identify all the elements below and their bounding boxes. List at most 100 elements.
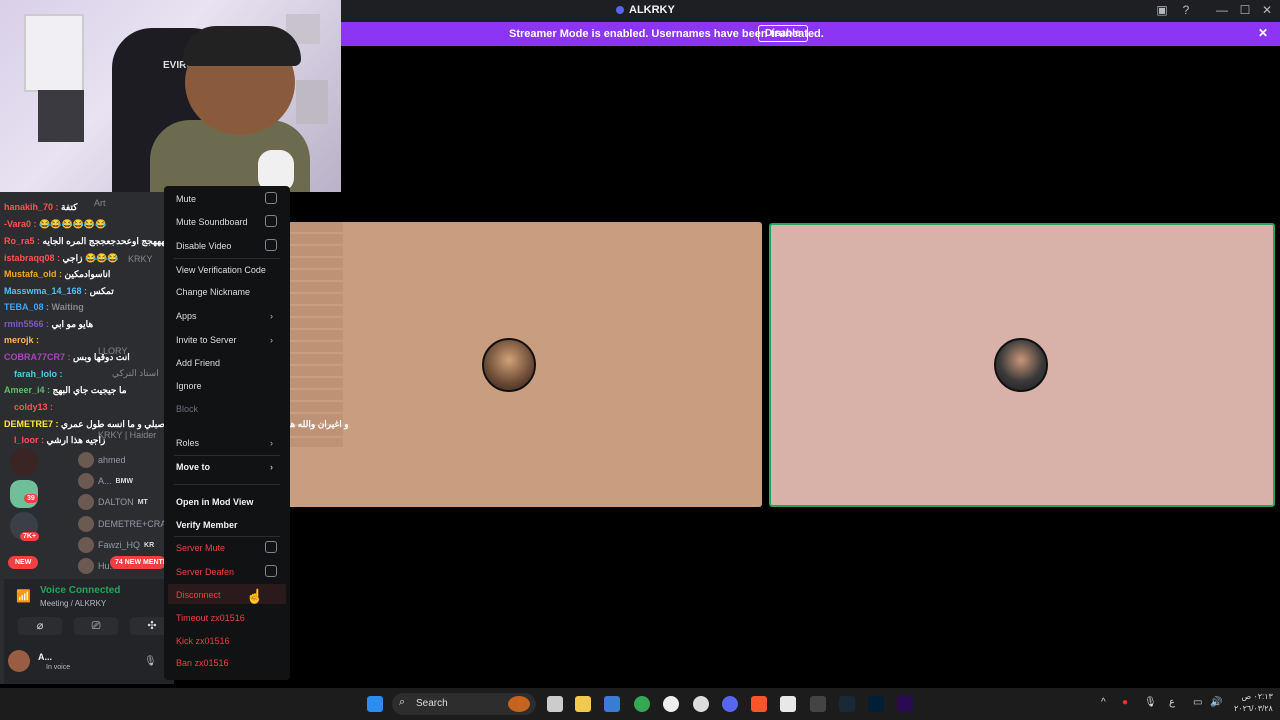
play-button-plaque bbox=[24, 14, 84, 92]
chat-message: istabraqq08 : زاجي 😂😂😂 bbox=[4, 253, 119, 263]
language-indicator[interactable]: ع bbox=[1169, 697, 1175, 708]
voice-member[interactable]: ahmed bbox=[78, 452, 126, 468]
mouse-cursor-icon: ☝ bbox=[246, 588, 264, 604]
mute-checkbox[interactable] bbox=[265, 192, 277, 204]
minimize-button[interactable]: — bbox=[1214, 3, 1230, 17]
search-icon: ⌕ bbox=[399, 696, 406, 708]
disable-streamer-mode-button[interactable]: Disable bbox=[758, 25, 808, 42]
discord-icon[interactable] bbox=[722, 696, 738, 712]
chat-channel-label: KRKY | Haider bbox=[98, 430, 157, 440]
new-pill[interactable]: NEW bbox=[8, 556, 39, 569]
server-mute-checkbox[interactable] bbox=[265, 541, 277, 553]
signal-icon[interactable]: 📶 bbox=[16, 589, 31, 603]
camera-off-button[interactable]: ⌀ bbox=[18, 617, 62, 635]
close-window-button[interactable]: ✕ bbox=[1259, 3, 1275, 17]
app-icon[interactable] bbox=[780, 696, 796, 712]
photoshop-icon[interactable] bbox=[868, 696, 884, 712]
avatar bbox=[78, 516, 94, 532]
chat-message: Mustafa_old : اناسوادمكين bbox=[4, 269, 111, 279]
chevron-right-icon: › bbox=[270, 438, 273, 448]
start-menu-icon[interactable] bbox=[367, 696, 383, 712]
premiere-icon[interactable] bbox=[897, 696, 913, 712]
disable-video-checkbox[interactable] bbox=[265, 239, 277, 251]
menu-item-disconnect[interactable]: Disconnect bbox=[176, 590, 221, 600]
voice-member[interactable]: DEMETRE+CRAB bbox=[78, 516, 172, 532]
chat-message: hanakih_70 : كتفة bbox=[4, 202, 78, 212]
menu-divider bbox=[174, 455, 280, 456]
chat-message: l_loor : زاجيه هذا ارشي bbox=[14, 435, 106, 445]
brave-icon[interactable] bbox=[751, 696, 767, 712]
screen-share-icon[interactable]: ▣ bbox=[1154, 3, 1170, 17]
menu-item-roles[interactable]: Roles › bbox=[176, 438, 273, 448]
microphone-tray-icon[interactable]: 🎙 bbox=[1144, 697, 1157, 708]
share-screen-button[interactable]: ⎚ bbox=[74, 617, 118, 635]
voice-channel-name[interactable]: Meeting / ALKRKY bbox=[40, 599, 106, 608]
avatar bbox=[78, 452, 94, 468]
volume-icon[interactable]: 🔊 bbox=[1210, 697, 1222, 708]
streamer-bandana bbox=[183, 26, 301, 66]
chevron-right-icon: › bbox=[270, 462, 273, 472]
chrome-icon[interactable] bbox=[634, 696, 650, 712]
chevron-up-icon[interactable]: ^ bbox=[1101, 697, 1106, 708]
participant-2-avatar[interactable] bbox=[994, 338, 1048, 392]
unread-badge: 7K+ bbox=[20, 532, 40, 541]
avatar bbox=[8, 650, 30, 672]
voice-connection-panel: 📶 Voice Connected Meeting / ALKRKY ⌀ ⎚ ✣ bbox=[4, 579, 174, 684]
menu-item-move-to[interactable]: Move to › bbox=[176, 462, 273, 472]
user-status: In voice bbox=[46, 664, 71, 671]
chat-message: merojk : bbox=[4, 335, 40, 345]
windows-taskbar: ⌕ Search ^ ● 🎙 ع ▭ 🔊 ٠٢:١٣ ص ٢٠٢٦/٠٣/٢٨ bbox=[0, 688, 1280, 720]
maximize-button[interactable]: ☐ bbox=[1237, 3, 1253, 17]
app-icon[interactable] bbox=[663, 696, 679, 712]
menu-item-kick[interactable]: Kick zx01516 bbox=[176, 636, 230, 646]
app-icon[interactable] bbox=[810, 696, 826, 712]
participant-1-avatar[interactable] bbox=[482, 338, 536, 392]
menu-item-block[interactable]: Block bbox=[176, 404, 198, 414]
menu-item-open-in-mod-view[interactable]: Open in Mod View bbox=[176, 497, 253, 507]
mute-soundboard-checkbox[interactable] bbox=[265, 215, 277, 227]
menu-item-timeout[interactable]: Timeout zx01516 bbox=[176, 613, 245, 623]
chat-channel-label: Art bbox=[94, 198, 106, 208]
server-deafen-checkbox[interactable] bbox=[265, 565, 277, 577]
menu-item-change-nickname[interactable]: Change Nickname bbox=[176, 287, 250, 297]
chat-message: TEBA_08 : Waiting bbox=[4, 302, 84, 312]
menu-item-mute-soundboard[interactable]: Mute Soundboard bbox=[176, 217, 248, 227]
store-icon[interactable] bbox=[604, 696, 620, 712]
menu-item-add-friend[interactable]: Add Friend bbox=[176, 358, 220, 368]
menu-item-apps[interactable]: Apps › bbox=[176, 311, 273, 321]
chat-channel-label: استاذ التركي bbox=[112, 368, 159, 378]
menu-item-mute[interactable]: Mute bbox=[176, 194, 196, 204]
menu-item-ban[interactable]: Ban zx01516 bbox=[176, 658, 229, 668]
username: A... bbox=[38, 652, 53, 662]
avatar bbox=[78, 537, 94, 553]
voice-member[interactable]: A... BMW bbox=[78, 473, 133, 489]
tray-app-icon[interactable]: ● bbox=[1122, 697, 1128, 708]
menu-item-invite-to-server[interactable]: Invite to Server › bbox=[176, 335, 273, 345]
microphone-icon[interactable]: 🎙 bbox=[144, 656, 157, 667]
steam-icon[interactable] bbox=[693, 696, 709, 712]
chat-message: Masswma_14_168 : تمكس bbox=[4, 286, 114, 296]
voice-member[interactable]: DALTON MT bbox=[78, 494, 148, 510]
avatar bbox=[78, 473, 94, 489]
menu-item-server-deafen[interactable]: Server Deafen bbox=[176, 567, 234, 577]
chat-channel-label: KRKY bbox=[128, 254, 153, 264]
network-icon[interactable]: ▭ bbox=[1193, 697, 1202, 708]
menu-item-verify-member[interactable]: Verify Member bbox=[176, 520, 238, 530]
menu-item-disable-video[interactable]: Disable Video bbox=[176, 241, 231, 251]
task-view-icon[interactable] bbox=[547, 696, 563, 712]
menu-item-server-mute[interactable]: Server Mute bbox=[176, 543, 225, 553]
taskbar-clock[interactable]: ٠٢:١٣ ص ٢٠٢٦/٠٣/٢٨ bbox=[1234, 691, 1273, 715]
streamer-mode-banner: Streamer Mode is enabled. Usernames have… bbox=[341, 22, 1280, 46]
new-mentions-pill[interactable]: 74 NEW MENTIONS bbox=[110, 556, 166, 569]
menu-item-view-verification-code[interactable]: View Verification Code bbox=[176, 265, 266, 275]
voice-member[interactable]: Fawzi_HQ KR bbox=[78, 537, 154, 553]
widget-icon[interactable] bbox=[508, 696, 530, 712]
webcam-overlay: EVIRGE bbox=[0, 0, 341, 192]
menu-divider bbox=[174, 536, 280, 537]
server-icon[interactable] bbox=[10, 448, 38, 476]
steam-client-icon[interactable] bbox=[839, 696, 855, 712]
file-explorer-icon[interactable] bbox=[575, 696, 591, 712]
menu-item-ignore[interactable]: Ignore bbox=[176, 381, 202, 391]
help-icon[interactable]: ? bbox=[1178, 3, 1194, 17]
close-banner-icon[interactable]: ✕ bbox=[1258, 26, 1268, 40]
